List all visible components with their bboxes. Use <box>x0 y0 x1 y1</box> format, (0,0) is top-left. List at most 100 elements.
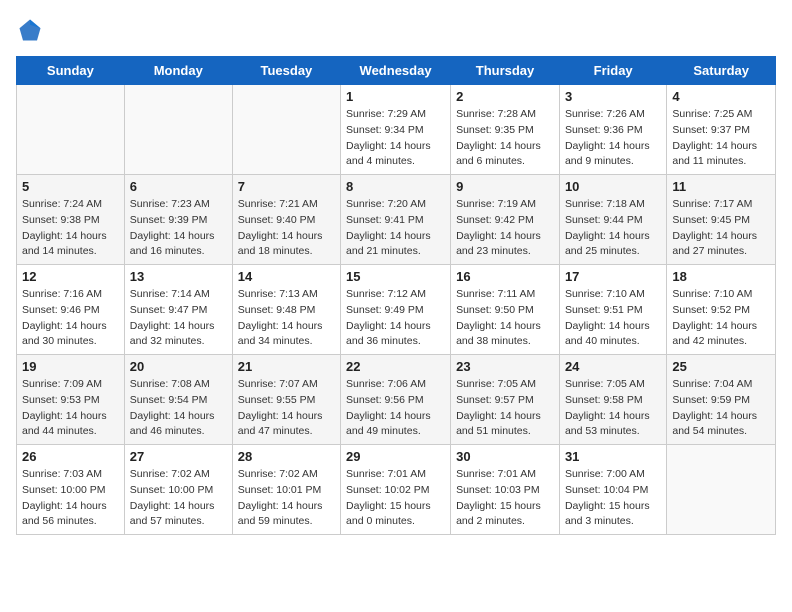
day-number: 27 <box>130 449 227 464</box>
day-number: 4 <box>672 89 770 104</box>
day-info: Sunrise: 7:26 AM Sunset: 9:36 PM Dayligh… <box>565 107 661 170</box>
day-number: 22 <box>346 359 445 374</box>
day-number: 19 <box>22 359 119 374</box>
day-info: Sunrise: 7:29 AM Sunset: 9:34 PM Dayligh… <box>346 107 445 170</box>
day-number: 8 <box>346 179 445 194</box>
day-number: 25 <box>672 359 770 374</box>
day-number: 18 <box>672 269 770 284</box>
weekday-tuesday: Tuesday <box>232 57 340 85</box>
day-info: Sunrise: 7:17 AM Sunset: 9:45 PM Dayligh… <box>672 197 770 260</box>
calendar-cell <box>232 85 340 175</box>
weekday-friday: Friday <box>559 57 666 85</box>
day-number: 10 <box>565 179 661 194</box>
calendar-cell: 30 Sunrise: 7:01 AM Sunset: 10:03 PM Dayl… <box>451 445 560 535</box>
calendar-cell: 29 Sunrise: 7:01 AM Sunset: 10:02 PM Dayl… <box>341 445 451 535</box>
day-info: Sunrise: 7:00 AM Sunset: 10:04 PM Daylig… <box>565 467 661 530</box>
weekday-monday: Monday <box>124 57 232 85</box>
day-number: 17 <box>565 269 661 284</box>
day-info: Sunrise: 7:21 AM Sunset: 9:40 PM Dayligh… <box>238 197 335 260</box>
week-row-2: 5 Sunrise: 7:24 AM Sunset: 9:38 PM Daylig… <box>17 175 776 265</box>
calendar-cell: 12 Sunrise: 7:16 AM Sunset: 9:46 PM Dayli… <box>17 265 125 355</box>
day-number: 3 <box>565 89 661 104</box>
day-number: 31 <box>565 449 661 464</box>
calendar-cell: 6 Sunrise: 7:23 AM Sunset: 9:39 PM Daylig… <box>124 175 232 265</box>
calendar-cell: 14 Sunrise: 7:13 AM Sunset: 9:48 PM Dayli… <box>232 265 340 355</box>
week-row-1: 1 Sunrise: 7:29 AM Sunset: 9:34 PM Daylig… <box>17 85 776 175</box>
page-header <box>16 16 776 44</box>
day-info: Sunrise: 7:09 AM Sunset: 9:53 PM Dayligh… <box>22 377 119 440</box>
day-number: 28 <box>238 449 335 464</box>
day-info: Sunrise: 7:24 AM Sunset: 9:38 PM Dayligh… <box>22 197 119 260</box>
day-info: Sunrise: 7:01 AM Sunset: 10:02 PM Daylig… <box>346 467 445 530</box>
day-info: Sunrise: 7:16 AM Sunset: 9:46 PM Dayligh… <box>22 287 119 350</box>
week-row-4: 19 Sunrise: 7:09 AM Sunset: 9:53 PM Dayli… <box>17 355 776 445</box>
day-info: Sunrise: 7:23 AM Sunset: 9:39 PM Dayligh… <box>130 197 227 260</box>
calendar-cell: 15 Sunrise: 7:12 AM Sunset: 9:49 PM Dayli… <box>341 265 451 355</box>
day-info: Sunrise: 7:03 AM Sunset: 10:00 PM Daylig… <box>22 467 119 530</box>
day-info: Sunrise: 7:08 AM Sunset: 9:54 PM Dayligh… <box>130 377 227 440</box>
calendar-cell <box>17 85 125 175</box>
calendar-cell: 13Sunrise: 7:14 AM Sunset: 9:47 PM Dayli… <box>124 265 232 355</box>
day-number: 20 <box>130 359 227 374</box>
day-number: 7 <box>238 179 335 194</box>
calendar-cell: 8 Sunrise: 7:20 AM Sunset: 9:41 PM Daylig… <box>341 175 451 265</box>
day-number: 11 <box>672 179 770 194</box>
day-info: Sunrise: 7:25 AM Sunset: 9:37 PM Dayligh… <box>672 107 770 170</box>
day-info: Sunrise: 7:02 AM Sunset: 10:01 PM Daylig… <box>238 467 335 530</box>
calendar-body: 1 Sunrise: 7:29 AM Sunset: 9:34 PM Daylig… <box>17 85 776 535</box>
day-number: 12 <box>22 269 119 284</box>
logo-icon <box>16 16 44 44</box>
calendar-cell: 1 Sunrise: 7:29 AM Sunset: 9:34 PM Daylig… <box>341 85 451 175</box>
day-info: Sunrise: 7:02 AM Sunset: 10:00 PM Daylig… <box>130 467 227 530</box>
day-number: 16 <box>456 269 554 284</box>
calendar-cell: 10 Sunrise: 7:18 AM Sunset: 9:44 PM Dayli… <box>559 175 666 265</box>
calendar-cell: 21Sunrise: 7:07 AM Sunset: 9:55 PM Dayli… <box>232 355 340 445</box>
calendar-cell: 22Sunrise: 7:06 AM Sunset: 9:56 PM Dayli… <box>341 355 451 445</box>
day-info: Sunrise: 7:10 AM Sunset: 9:51 PM Dayligh… <box>565 287 661 350</box>
calendar-table: SundayMondayTuesdayWednesdayThursdayFrid… <box>16 56 776 535</box>
day-number: 2 <box>456 89 554 104</box>
day-info: Sunrise: 7:01 AM Sunset: 10:03 PM Daylig… <box>456 467 554 530</box>
calendar-cell: 7 Sunrise: 7:21 AM Sunset: 9:40 PM Daylig… <box>232 175 340 265</box>
calendar-cell: 18Sunrise: 7:10 AM Sunset: 9:52 PM Dayli… <box>667 265 776 355</box>
day-info: Sunrise: 7:11 AM Sunset: 9:50 PM Dayligh… <box>456 287 554 350</box>
logo <box>16 16 50 44</box>
calendar-header: SundayMondayTuesdayWednesdayThursdayFrid… <box>17 57 776 85</box>
weekday-sunday: Sunday <box>17 57 125 85</box>
day-number: 24 <box>565 359 661 374</box>
day-number: 14 <box>238 269 335 284</box>
week-row-3: 12 Sunrise: 7:16 AM Sunset: 9:46 PM Dayli… <box>17 265 776 355</box>
day-info: Sunrise: 7:12 AM Sunset: 9:49 PM Dayligh… <box>346 287 445 350</box>
day-number: 15 <box>346 269 445 284</box>
day-info: Sunrise: 7:05 AM Sunset: 9:58 PM Dayligh… <box>565 377 661 440</box>
day-number: 29 <box>346 449 445 464</box>
day-number: 23 <box>456 359 554 374</box>
day-number: 9 <box>456 179 554 194</box>
calendar-cell: 2Sunrise: 7:28 AM Sunset: 9:35 PM Daylig… <box>451 85 560 175</box>
calendar-cell: 5 Sunrise: 7:24 AM Sunset: 9:38 PM Daylig… <box>17 175 125 265</box>
day-number: 5 <box>22 179 119 194</box>
calendar-cell: 25Sunrise: 7:04 AM Sunset: 9:59 PM Dayli… <box>667 355 776 445</box>
day-info: Sunrise: 7:13 AM Sunset: 9:48 PM Dayligh… <box>238 287 335 350</box>
day-number: 26 <box>22 449 119 464</box>
calendar-cell: 16 Sunrise: 7:11 AM Sunset: 9:50 PM Dayli… <box>451 265 560 355</box>
calendar-cell: 20 Sunrise: 7:08 AM Sunset: 9:54 PM Dayli… <box>124 355 232 445</box>
weekday-wednesday: Wednesday <box>341 57 451 85</box>
calendar-cell: 3 Sunrise: 7:26 AM Sunset: 9:36 PM Daylig… <box>559 85 666 175</box>
week-row-5: 26 Sunrise: 7:03 AM Sunset: 10:00 PM Dayl… <box>17 445 776 535</box>
calendar-cell <box>124 85 232 175</box>
day-number: 1 <box>346 89 445 104</box>
day-number: 6 <box>130 179 227 194</box>
day-info: Sunrise: 7:18 AM Sunset: 9:44 PM Dayligh… <box>565 197 661 260</box>
calendar-cell: 19 Sunrise: 7:09 AM Sunset: 9:53 PM Dayli… <box>17 355 125 445</box>
weekday-saturday: Saturday <box>667 57 776 85</box>
day-number: 30 <box>456 449 554 464</box>
day-number: 21 <box>238 359 335 374</box>
day-info: Sunrise: 7:20 AM Sunset: 9:41 PM Dayligh… <box>346 197 445 260</box>
weekday-row: SundayMondayTuesdayWednesdayThursdayFrid… <box>17 57 776 85</box>
day-number: 13 <box>130 269 227 284</box>
calendar-cell: 31 Sunrise: 7:00 AM Sunset: 10:04 PM Dayl… <box>559 445 666 535</box>
calendar-cell: 23Sunrise: 7:05 AM Sunset: 9:57 PM Dayli… <box>451 355 560 445</box>
calendar-cell: 27 Sunrise: 7:02 AM Sunset: 10:00 PM Dayl… <box>124 445 232 535</box>
weekday-thursday: Thursday <box>451 57 560 85</box>
